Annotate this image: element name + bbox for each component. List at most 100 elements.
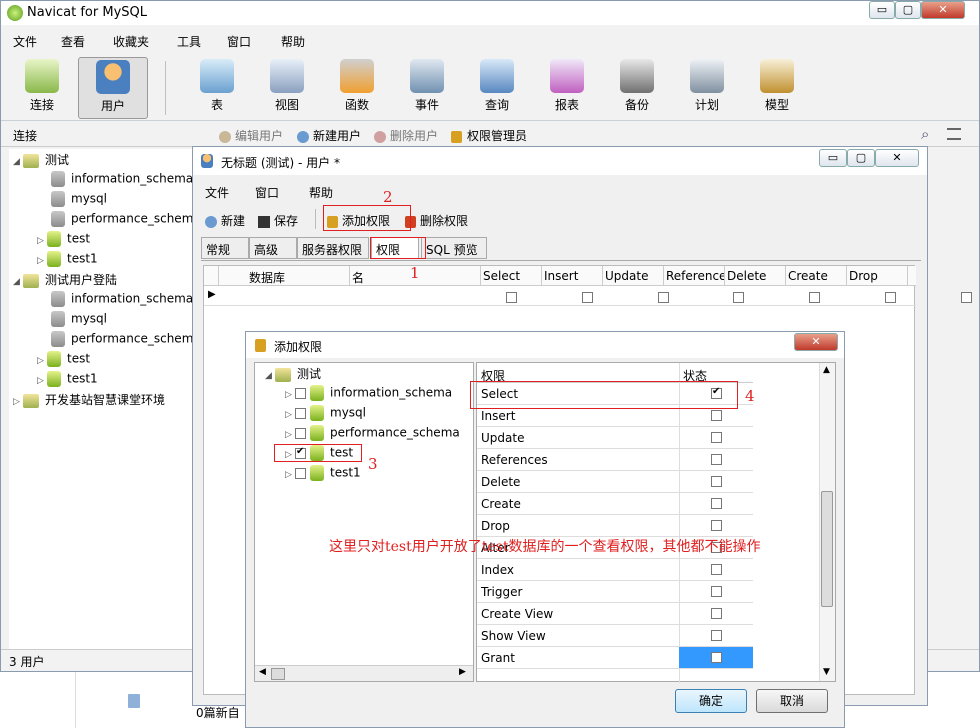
privilege-row[interactable]: Delete (477, 471, 753, 493)
privilege-row[interactable]: Create (477, 493, 753, 515)
menu-favorites[interactable]: 收藏夹 (113, 33, 149, 50)
privilege-checkbox[interactable] (711, 454, 722, 465)
horizontal-scrollbar[interactable]: ◀ ▶ (255, 665, 473, 681)
grid-header-cell[interactable]: Reference (664, 266, 725, 286)
uw-menu-file[interactable]: 文件 (205, 184, 229, 201)
uw-menu-help[interactable]: 帮助 (309, 184, 333, 201)
vertical-scrollbar[interactable]: ▲ ▼ (819, 363, 835, 681)
list-view-icon[interactable] (947, 128, 961, 140)
new-user-button[interactable]: 新建用户 (297, 127, 361, 144)
dialog-close-button[interactable]: ✕ (794, 333, 838, 351)
user-button[interactable]: 用户 (78, 57, 148, 119)
save-button[interactable]: 保存 (258, 212, 298, 229)
tree-conn[interactable]: ◢ 测试 (13, 151, 69, 171)
grid-checkbox[interactable] (506, 292, 517, 303)
tree-conn[interactable]: ▷ 开发基站智慧课堂环境 (13, 391, 165, 411)
dialog-tree-db[interactable]: ▷ performance_schema (285, 425, 460, 445)
delete-privilege-button[interactable]: 删除权限 (405, 212, 468, 229)
menu-window[interactable]: 窗口 (227, 33, 251, 50)
privilege-row[interactable]: Drop (477, 515, 753, 537)
tree-db[interactable]: ▷ test1 (37, 371, 98, 391)
privilege-checkbox[interactable] (711, 410, 722, 421)
delete-user-button[interactable]: 删除用户 (374, 127, 438, 144)
grid-header-cell[interactable]: Create (786, 266, 847, 286)
grid-header-cell[interactable]: Delete (725, 266, 786, 286)
view-button[interactable]: 视图 (252, 57, 322, 119)
user-window-minimize[interactable]: ▭ (819, 149, 847, 167)
report-button[interactable]: 报表 (532, 57, 602, 119)
tree-db[interactable]: information_schema (51, 171, 193, 191)
scroll-thumb[interactable] (821, 491, 833, 607)
privilege-row[interactable]: Index (477, 559, 753, 581)
grid-header-cell[interactable]: 数据库 (219, 266, 350, 286)
scroll-left-icon[interactable]: ◀ (259, 667, 266, 677)
menu-file[interactable]: 文件 (13, 33, 37, 50)
db-checkbox[interactable] (295, 427, 306, 439)
menu-tools[interactable]: 工具 (177, 33, 201, 50)
connect-button[interactable]: 连接 (7, 57, 77, 119)
menu-help[interactable]: 帮助 (281, 33, 305, 50)
search-icon[interactable]: ⌕ (921, 125, 929, 143)
dialog-tree-db[interactable]: ▷ information_schema (285, 385, 452, 405)
privilege-checkbox[interactable] (711, 652, 722, 663)
privilege-row[interactable]: References (477, 449, 753, 471)
tab-advanced[interactable]: 高级 (249, 237, 297, 259)
scroll-up-icon[interactable]: ▲ (823, 365, 830, 375)
tab-sql-preview[interactable]: SQL 预览 (421, 237, 487, 259)
privilege-row[interactable]: Update (477, 427, 753, 449)
grid-checkbox[interactable] (581, 292, 593, 303)
privilege-checkbox[interactable] (711, 586, 722, 597)
dialog-tree-root[interactable]: ◢ 测试 (265, 365, 321, 385)
menu-view[interactable]: 查看 (61, 33, 85, 50)
query-button[interactable]: 查询 (462, 57, 532, 119)
table-row[interactable]: ▶ (204, 286, 972, 306)
maximize-button[interactable]: ▢ (895, 1, 921, 19)
privilege-checkbox[interactable] (711, 520, 722, 531)
backup-button[interactable]: 备份 (602, 57, 672, 119)
event-button[interactable]: 事件 (392, 57, 462, 119)
tree-conn[interactable]: ◢ 测试用户登陆 (13, 271, 117, 291)
table-button[interactable]: 表 (182, 57, 252, 119)
tree-db[interactable]: performance_schema (51, 331, 201, 351)
user-window-maximize[interactable]: ▢ (847, 149, 875, 167)
db-checkbox[interactable] (295, 407, 306, 419)
grid-checkbox[interactable] (960, 292, 972, 303)
tab-server-privileges[interactable]: 服务器权限 (297, 237, 369, 259)
privilege-row[interactable]: Grant (477, 647, 753, 669)
cancel-button[interactable]: 取消 (756, 689, 828, 713)
grid-header-cell[interactable]: Insert (542, 266, 603, 286)
minimize-button[interactable]: ▭ (869, 1, 895, 19)
tree-db[interactable]: ▷ test (37, 351, 90, 371)
grid-header-cell[interactable]: Update (603, 266, 664, 286)
model-button[interactable]: 模型 (742, 57, 812, 119)
scroll-right-icon[interactable]: ▶ (459, 667, 466, 677)
grid-checkbox[interactable] (809, 292, 821, 303)
privilege-checkbox[interactable] (711, 630, 722, 641)
new-button[interactable]: 新建 (205, 212, 245, 229)
scroll-thumb[interactable] (271, 668, 285, 680)
tree-db[interactable]: information_schema (51, 291, 193, 311)
db-checkbox[interactable] (295, 387, 306, 399)
grid-checkbox[interactable] (733, 292, 745, 303)
close-button[interactable]: ✕ (921, 1, 965, 19)
privilege-checkbox[interactable] (711, 432, 722, 443)
grid-checkbox[interactable] (657, 292, 669, 303)
grid-header-cell[interactable]: Drop (847, 266, 908, 286)
dialog-tree-db[interactable]: ▷ mysql (285, 405, 366, 425)
dialog-tree-db[interactable]: ▷ test1 (285, 465, 361, 485)
privilege-checkbox[interactable] (711, 498, 722, 509)
grid-header-cell[interactable]: Select (481, 266, 542, 286)
user-window-close[interactable]: ✕ (875, 149, 919, 167)
grid-checkbox[interactable] (885, 292, 897, 303)
privilege-checkbox[interactable] (711, 564, 722, 575)
privilege-checkbox[interactable] (711, 608, 722, 619)
tree-db[interactable]: ▷ test (37, 231, 90, 251)
privilege-manager-button[interactable]: 权限管理员 (451, 127, 527, 144)
scroll-down-icon[interactable]: ▼ (823, 667, 830, 677)
tree-db[interactable]: mysql (51, 191, 107, 211)
uw-menu-window[interactable]: 窗口 (255, 184, 279, 201)
tree-db[interactable]: ▷ test1 (37, 251, 98, 271)
edit-user-button[interactable]: 编辑用户 (219, 127, 283, 144)
function-button[interactable]: 函数 (322, 57, 392, 119)
tree-db[interactable]: performance_schema (51, 211, 201, 231)
